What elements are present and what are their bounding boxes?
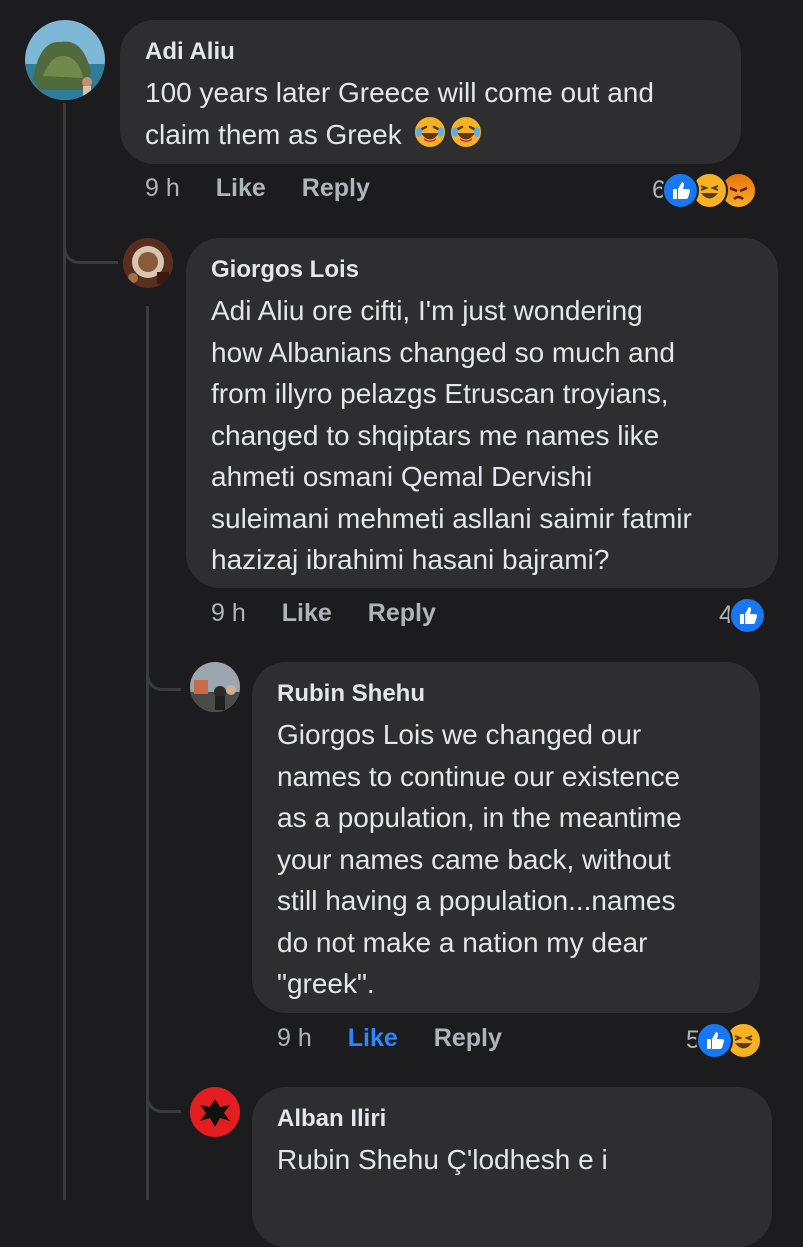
comment-text: 100 years later Greece will come out and… [145, 72, 716, 155]
reaction-summary[interactable]: 5 [686, 1022, 762, 1059]
comment-text-line: do not make a nation my dear [277, 926, 648, 958]
comment-text-line: from illyro pelazgs Etruscan troyians, [211, 378, 669, 409]
thread-elbow-reply-3 [146, 1082, 181, 1113]
avatar-giorgos-lois[interactable] [123, 238, 173, 288]
like-icon [661, 172, 699, 209]
comment-text-line: Rubin Shehu Ç'lodhesh e i [277, 1144, 608, 1175]
reply-button[interactable]: Reply [368, 599, 436, 628]
thread-line-main [63, 103, 66, 1200]
comment-text-line: Giorgos Lois we changed our [277, 719, 642, 750]
comment-bubble-adi-aliu: Adi Aliu 100 years later Greece will com… [120, 20, 741, 164]
thread-line-reply-1 [146, 306, 149, 1200]
comment-bubble-rubin-shehu: Rubin Shehu Giorgos Lois we changed our … [252, 662, 760, 1013]
laughing-tears-emoji-icon [450, 116, 481, 147]
like-button[interactable]: Like [282, 599, 332, 628]
comment-text-line: your names came back, without [277, 843, 671, 875]
comment-text-line: how Albanians changed so much and [211, 336, 675, 368]
comment-timestamp[interactable]: 9 h [277, 1024, 312, 1053]
like-icon [728, 597, 766, 634]
comment-author[interactable]: Giorgos Lois [211, 256, 753, 284]
comment-bubble-alban-iliri: Alban Iliri Rubin Shehu Ç'lodhesh e i [252, 1087, 772, 1247]
reply-button[interactable]: Reply [302, 174, 370, 203]
reply-button[interactable]: Reply [434, 1024, 502, 1053]
comment-actions: 9 h Like Reply [145, 174, 406, 203]
comment-timestamp[interactable]: 9 h [211, 599, 246, 628]
comment-timestamp[interactable]: 9 h [145, 174, 180, 203]
comment-text-line: Adi Aliu ore cifti, I'm just wondering [211, 295, 643, 326]
comment-author[interactable]: Alban Iliri [277, 1105, 747, 1133]
comment-text-line: changed to shqiptars me names like [211, 419, 660, 451]
reaction-summary[interactable]: 4 [719, 597, 766, 634]
avatar-rubin-shehu[interactable] [190, 662, 240, 712]
comment-bubble-giorgos-lois: Giorgos Lois Adi Aliu ore cifti, I'm jus… [186, 238, 778, 588]
comment-author[interactable]: Adi Aliu [145, 38, 716, 66]
comment-text-line: as a population, in the meantime [277, 802, 682, 833]
comment-text-line: "greek". [277, 968, 375, 999]
laughing-tears-emoji-icon [414, 116, 445, 147]
comment-author[interactable]: Rubin Shehu [277, 680, 735, 708]
comment-text: Giorgos Lois we changed our names to con… [277, 714, 735, 1005]
like-button[interactable]: Like [216, 174, 266, 203]
reaction-summary[interactable]: 6 [652, 172, 757, 209]
comment-text: Rubin Shehu Ç'lodhesh e i [277, 1139, 747, 1181]
comment-text-body: 100 years later Greece will come out and… [145, 77, 654, 150]
comment-text-line: still having a population...names [277, 885, 676, 916]
avatar-alban-iliri[interactable] [190, 1087, 240, 1137]
like-button-active[interactable]: Like [348, 1024, 398, 1053]
comment-text-line: ahmeti osmani Qemal Dervishi [211, 461, 593, 492]
comment-text-line: hazizaj ibrahimi hasani bajrami? [211, 544, 610, 575]
like-icon [695, 1022, 733, 1059]
comment-text-line: suleimani mehmeti asllani saimir fatmir [211, 502, 692, 534]
thread-elbow-reply-2 [146, 660, 181, 691]
comment-text-line: names to continue our existence [277, 760, 681, 792]
comment-actions: 9 h Like Reply [277, 1024, 538, 1053]
comment-text: Adi Aliu ore cifti, I'm just wondering h… [211, 290, 753, 581]
avatar-adi-aliu[interactable] [25, 20, 105, 100]
thread-elbow-reply-1 [63, 230, 118, 264]
comment-actions: 9 h Like Reply [211, 599, 472, 628]
